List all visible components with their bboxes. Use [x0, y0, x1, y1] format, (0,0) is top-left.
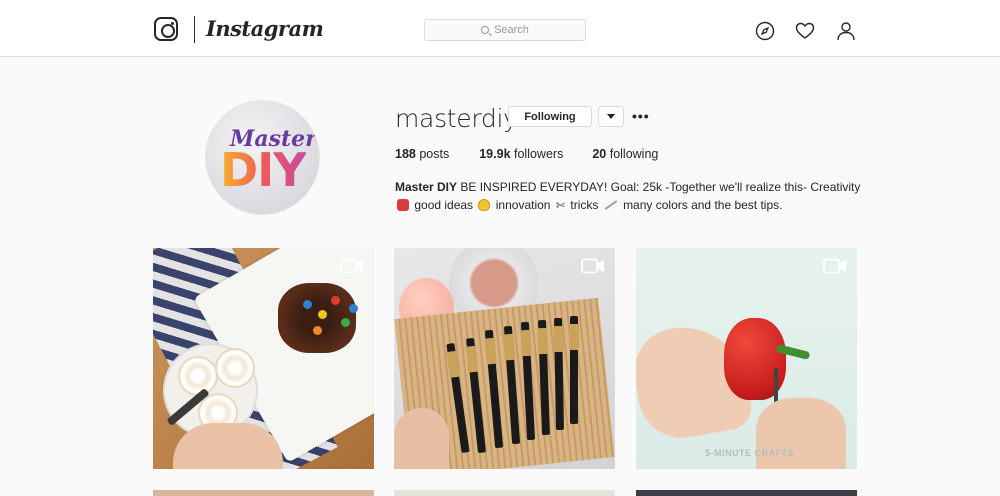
- logo-divider: [194, 16, 195, 43]
- profile-username: masterdiy: [395, 104, 518, 133]
- post-image-decor: [215, 348, 255, 388]
- post-tile[interactable]: [153, 490, 374, 496]
- video-camera-icon: [823, 258, 846, 274]
- post-image-decor: [569, 316, 579, 424]
- post-image-decor: [331, 296, 340, 305]
- followers-count: 19.9k: [479, 147, 511, 161]
- followers-label: followers: [514, 147, 564, 161]
- bio-line1: BE INSPIRED EVERYDAY! Goal: 25k -Togethe…: [460, 180, 861, 194]
- post-image-decor: [341, 318, 350, 327]
- post-image-decor: [173, 423, 283, 469]
- posts-count: 188: [395, 147, 416, 161]
- post-tile[interactable]: [394, 248, 615, 469]
- video-camera-icon: [581, 258, 604, 274]
- heart-icon[interactable]: [795, 21, 815, 41]
- followers-stat[interactable]: 19.9k followers: [479, 147, 563, 161]
- compass-icon[interactable]: [755, 21, 775, 41]
- post-tile[interactable]: [153, 248, 374, 469]
- post-image-decor: [313, 326, 322, 335]
- post-tile[interactable]: [394, 490, 615, 496]
- following-button[interactable]: Following: [508, 106, 592, 127]
- post-image-decor: [303, 300, 312, 309]
- pen-emoji-icon: [604, 200, 618, 210]
- more-options-button[interactable]: •••: [632, 108, 650, 124]
- post-tile[interactable]: [636, 490, 857, 496]
- post-image-decor: [318, 310, 327, 319]
- bio-good-ideas: good ideas: [414, 198, 474, 212]
- suggestions-dropdown-button[interactable]: [598, 106, 624, 127]
- post-image-decor: [349, 304, 358, 313]
- profile-avatar[interactable]: Master DIY: [205, 100, 320, 215]
- bio-name: Master DIY: [395, 180, 458, 194]
- instagram-camera-icon[interactable]: [154, 17, 178, 41]
- following-count: 20: [592, 147, 607, 161]
- user-icon[interactable]: [836, 21, 856, 41]
- search-placeholder: Search: [494, 24, 529, 36]
- profile-bio: Master DIY BE INSPIRED EVERYDAY! Goal: 2…: [395, 178, 875, 215]
- post-image-decor: [394, 408, 449, 469]
- following-stat[interactable]: 20 following: [592, 147, 658, 161]
- lightbulb-emoji-icon: [478, 199, 491, 211]
- search-input[interactable]: Search: [424, 19, 586, 41]
- search-icon: [481, 26, 490, 34]
- post-image-decor: [178, 356, 218, 396]
- bio-tail: many colors and the best tips.: [623, 198, 783, 212]
- scissors-emoji-icon: ✄: [555, 200, 566, 212]
- posts-label: posts: [419, 147, 450, 161]
- bio-tricks: tricks: [570, 198, 599, 212]
- chevron-down-icon: [607, 114, 615, 119]
- top-navigation: Instagram Search: [0, 0, 1000, 57]
- instagram-wordmark[interactable]: Instagram: [206, 16, 324, 41]
- posts-stat: 188 posts: [395, 147, 449, 161]
- avatar-text-diy: DIY: [220, 143, 307, 197]
- post-tile[interactable]: [636, 248, 857, 469]
- following-label: following: [609, 147, 659, 161]
- post-watermark: 5-MINUTE CRAFTS: [705, 448, 794, 458]
- heart-emoji-icon: [397, 199, 409, 211]
- post-image-decor: [554, 317, 564, 431]
- post-image-decor: [756, 398, 846, 469]
- bio-innovation: innovation: [495, 198, 551, 212]
- profile-stats: 188 posts 19.9k followers 20 following: [395, 147, 688, 161]
- video-camera-icon: [340, 258, 363, 274]
